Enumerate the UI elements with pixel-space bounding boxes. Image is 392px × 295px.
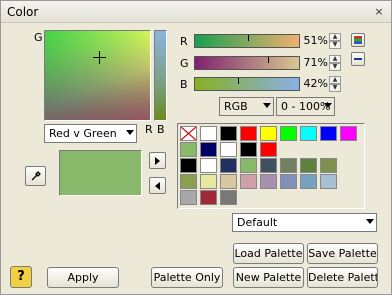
spin-down-icon[interactable]: ▼ bbox=[329, 84, 341, 92]
palette-swatch[interactable] bbox=[260, 142, 277, 157]
palette-swatch[interactable] bbox=[280, 158, 297, 173]
slider-r-value[interactable]: 51% bbox=[302, 33, 328, 49]
color-model-select[interactable]: RGB bbox=[219, 97, 274, 116]
palette-swatch[interactable] bbox=[180, 158, 197, 173]
delete-palette-button[interactable]: Delete Palette bbox=[307, 267, 378, 288]
palette-swatch[interactable] bbox=[320, 174, 337, 189]
palette-swatch[interactable] bbox=[240, 158, 257, 173]
spin-up-icon[interactable]: ▲ bbox=[329, 33, 341, 41]
slider-g-spinner[interactable]: ▲ ▼ bbox=[329, 55, 341, 71]
crosshair-icon[interactable] bbox=[93, 51, 106, 64]
spin-up-icon[interactable]: ▲ bbox=[329, 76, 341, 84]
eyedropper-icon bbox=[31, 171, 41, 181]
palette-swatch[interactable] bbox=[300, 158, 317, 173]
spin-down-icon[interactable]: ▼ bbox=[329, 41, 341, 49]
current-color-swatch bbox=[59, 150, 142, 196]
close-icon[interactable]: × bbox=[372, 5, 386, 19]
palette-swatch[interactable] bbox=[220, 158, 237, 173]
blue-strip[interactable] bbox=[154, 30, 167, 121]
slider-thumb[interactable] bbox=[268, 57, 269, 63]
arrow-left-icon bbox=[155, 182, 160, 190]
chevron-down-icon bbox=[263, 103, 271, 108]
arrow-right-icon bbox=[155, 157, 160, 165]
slider-thumb[interactable] bbox=[238, 78, 239, 84]
slider-g[interactable] bbox=[194, 56, 300, 70]
palette-swatch[interactable] bbox=[240, 142, 257, 157]
slider-thumb[interactable] bbox=[248, 35, 249, 41]
picker-mode-value: Red v Green bbox=[49, 127, 117, 140]
help-button[interactable]: ? bbox=[10, 266, 32, 288]
slider-label-r: R bbox=[180, 35, 188, 48]
palette-swatch[interactable] bbox=[260, 158, 277, 173]
palette-swatch[interactable] bbox=[220, 190, 237, 205]
palette-swatch[interactable] bbox=[300, 126, 317, 141]
apply-button[interactable]: Apply bbox=[47, 267, 119, 288]
palette-swatch[interactable] bbox=[220, 126, 237, 141]
palette-swatch[interactable] bbox=[180, 190, 197, 205]
slider-g-value[interactable]: 71% bbox=[302, 55, 328, 71]
dialog-title: Color bbox=[7, 5, 39, 19]
palette-swatch[interactable] bbox=[180, 142, 197, 157]
palette-swatch[interactable] bbox=[200, 174, 217, 189]
palette-swatch[interactable] bbox=[200, 158, 217, 173]
palette-select-value: Default bbox=[237, 216, 278, 229]
slider-label-b: B bbox=[180, 78, 188, 91]
chevron-down-icon bbox=[324, 103, 332, 108]
palette-swatch[interactable] bbox=[340, 126, 357, 141]
no-color-icon bbox=[180, 126, 197, 141]
slider-b-spinner[interactable]: ▲ ▼ bbox=[329, 76, 341, 92]
palette-swatch[interactable] bbox=[200, 142, 217, 157]
color-bars-icon bbox=[354, 36, 362, 44]
palette-swatch[interactable] bbox=[280, 126, 297, 141]
palette-swatch[interactable] bbox=[220, 142, 237, 157]
range-value: 0 - 100% bbox=[281, 100, 331, 113]
slider-b[interactable] bbox=[194, 77, 300, 91]
palette-swatch[interactable] bbox=[260, 126, 277, 141]
picker-mode-select[interactable]: Red v Green bbox=[44, 124, 137, 143]
palette-only-button[interactable]: Palette Only bbox=[151, 267, 223, 288]
save-palette-button[interactable]: Save Palette bbox=[307, 243, 378, 264]
spin-down-icon[interactable]: ▼ bbox=[329, 63, 341, 71]
color-model-value: RGB bbox=[224, 100, 248, 113]
slider-label-g: G bbox=[180, 57, 189, 70]
axis-label-b: B bbox=[157, 123, 165, 136]
palette-swatch[interactable] bbox=[300, 174, 317, 189]
color-field[interactable] bbox=[44, 30, 151, 121]
palette-select[interactable]: Default bbox=[232, 213, 377, 232]
spin-up-icon[interactable]: ▲ bbox=[329, 55, 341, 63]
palette-swatch[interactable] bbox=[200, 126, 217, 141]
chevron-down-icon bbox=[126, 130, 134, 135]
copy-to-palette-button[interactable] bbox=[149, 152, 166, 169]
palette-swatch[interactable] bbox=[320, 126, 337, 141]
help-icon: ? bbox=[17, 269, 25, 284]
new-palette-button[interactable]: New Palette bbox=[233, 267, 304, 288]
palette-swatch[interactable] bbox=[220, 174, 237, 189]
palette-swatch[interactable] bbox=[320, 158, 337, 173]
range-select[interactable]: 0 - 100% bbox=[276, 97, 335, 116]
minus-icon bbox=[354, 58, 362, 60]
color-dialog: Color × G R B Red v Green R 51% ▲ ▼ G 71%… bbox=[0, 0, 392, 295]
palette-swatch[interactable] bbox=[200, 190, 217, 205]
axis-label-r: R bbox=[145, 123, 153, 136]
palette-swatch[interactable] bbox=[240, 126, 257, 141]
palette-grid[interactable] bbox=[177, 123, 365, 209]
slider-mode-button[interactable] bbox=[351, 33, 365, 47]
palette-swatch[interactable] bbox=[180, 174, 197, 189]
slider-r[interactable] bbox=[194, 34, 300, 48]
chevron-down-icon bbox=[366, 219, 374, 224]
slider-r-spinner[interactable]: ▲ ▼ bbox=[329, 33, 341, 49]
eyedropper-button[interactable] bbox=[25, 166, 46, 186]
load-palette-button[interactable]: Load Palette bbox=[233, 243, 304, 264]
copy-from-palette-button[interactable] bbox=[149, 177, 166, 194]
no-color-swatch[interactable] bbox=[180, 126, 197, 141]
title-bar[interactable]: Color × bbox=[1, 1, 391, 23]
slider-b-value[interactable]: 42% bbox=[302, 76, 328, 92]
palette-swatch[interactable] bbox=[260, 174, 277, 189]
palette-swatch[interactable] bbox=[280, 174, 297, 189]
slider-collapse-button[interactable] bbox=[351, 52, 365, 66]
axis-label-g: G bbox=[34, 31, 43, 44]
palette-swatch[interactable] bbox=[240, 174, 257, 189]
